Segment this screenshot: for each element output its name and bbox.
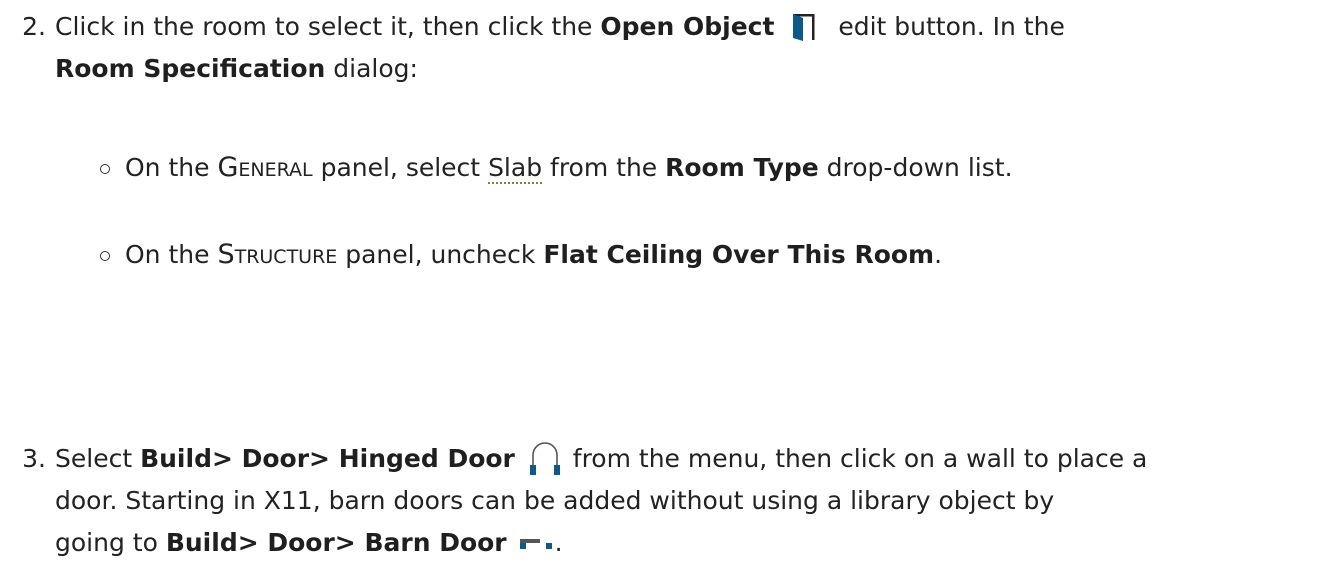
bullet-text: On the General panel, select Slab from t… [125,152,1013,184]
room-specification-label: Room Specification [55,54,326,83]
bullet-circle-icon [100,251,110,261]
barn-door-label: Build> Door> Barn Door [165,528,507,557]
hinged-door-icon [529,441,561,475]
step-3-text: Select Build> Door> Hinged Door from the… [55,438,1322,564]
step-2-line-1: Click in the room to select it, then cli… [55,10,1065,42]
barn-door-icon [519,533,555,553]
flat-ceiling-label: Flat Ceiling Over This Room [543,240,935,269]
bullet-text: On the Structure panel, uncheck Flat Cei… [125,239,943,270]
room-type-label: Room Type [665,153,819,182]
step-2-text: Click in the room to select it, then cli… [55,6,1322,90]
slab-term-link[interactable]: Slab [488,153,543,184]
bullet-circle-icon [100,164,110,174]
step-number: 3. [22,444,46,473]
open-object-icon [790,10,824,42]
step-3-line-1: Select Build> Door> Hinged Door from the… [55,438,1322,480]
step-3-line-2: door. Starting in X11, barn doors can be… [55,486,1055,515]
structure-panel-label: Structure [217,239,338,270]
general-panel-label: General [217,152,313,183]
step-2-line-2: Room Specification dialog: [55,54,418,83]
step-3-line-3: going to Build> Door> Barn Door . [55,528,563,557]
hinged-door-label: Build> Door> Hinged Door [140,444,515,473]
open-object-label: Open Object [600,12,775,41]
step-number: 2. [22,12,46,41]
